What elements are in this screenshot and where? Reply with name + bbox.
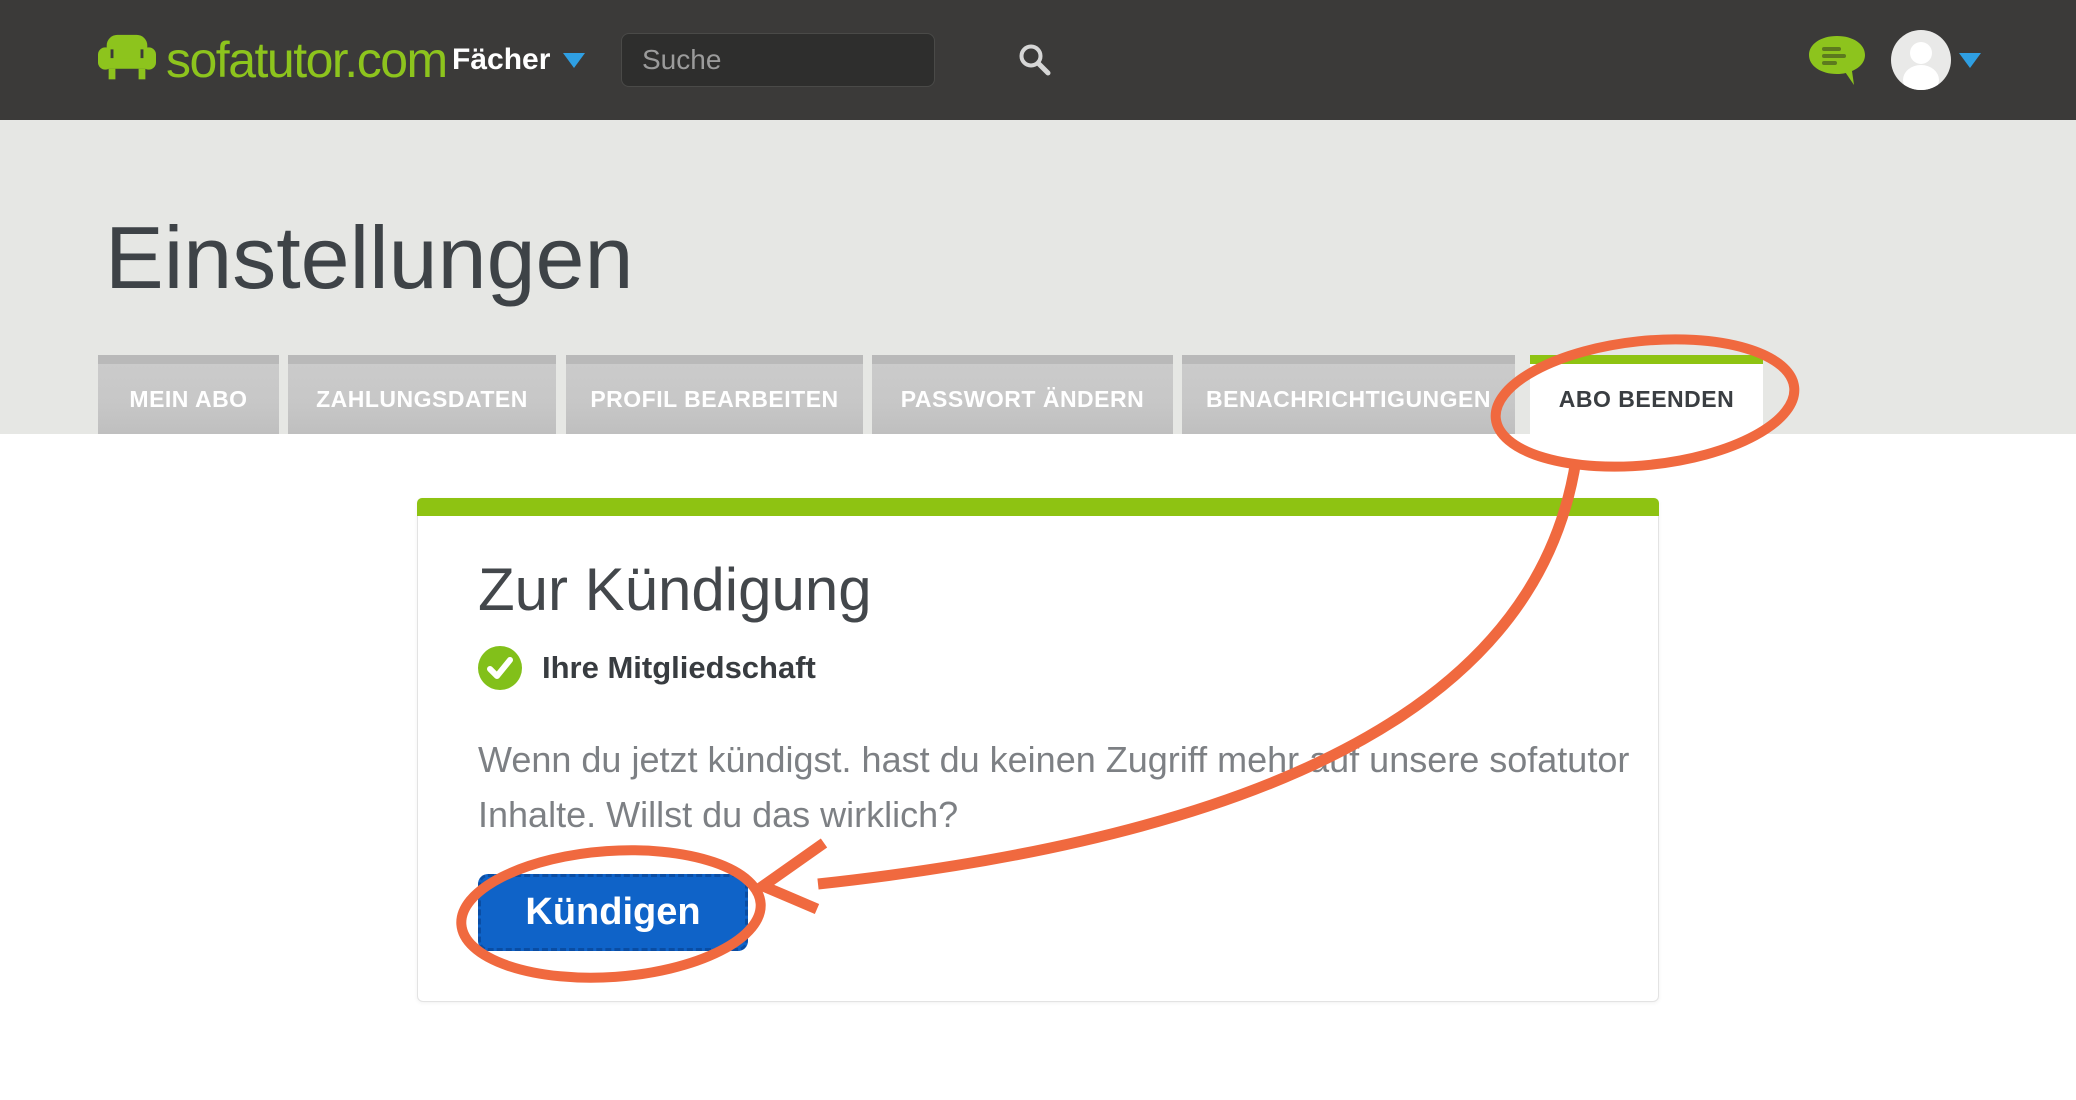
top-navbar: sofatutor.com Fächer xyxy=(0,0,2076,120)
tab-label: PASSWORT ÄNDERN xyxy=(901,386,1144,413)
subjects-menu[interactable]: Fächer xyxy=(452,0,585,120)
cancel-button-label: Kündigen xyxy=(525,891,700,934)
settings-page: sofatutor.com Fächer xyxy=(0,0,2076,1100)
body-line: Wenn du jetzt kündigst. hast du keinen Z… xyxy=(478,732,1629,787)
logo-text: sofatutor.com xyxy=(166,35,447,85)
tab-passwort-aendern[interactable]: PASSWORT ÄNDERN xyxy=(872,355,1173,434)
messages-icon[interactable] xyxy=(1809,36,1865,86)
membership-heading: Ihre Mitgliedschaft xyxy=(542,650,816,686)
tab-label: PROFIL BEARBEITEN xyxy=(590,386,838,413)
tab-profil-bearbeiten[interactable]: PROFIL BEARBEITEN xyxy=(566,355,863,434)
tab-label: MEIN ABO xyxy=(129,386,247,413)
avatar[interactable] xyxy=(1891,30,1951,90)
cancellation-card: Zur Kündigung Ihre Mitgliedschaft Wenn d… xyxy=(417,498,1659,1002)
page-title: Einstellungen xyxy=(105,210,633,307)
couch-icon xyxy=(98,34,156,86)
tab-zahlungsdaten[interactable]: ZAHLUNGSDATEN xyxy=(288,355,556,434)
tab-benachrichtigungen[interactable]: BENACHRICHTIGUNGEN xyxy=(1182,355,1515,434)
search-input[interactable] xyxy=(622,44,1017,76)
tab-mein-abo[interactable]: MEIN ABO xyxy=(98,355,279,434)
search-icon[interactable] xyxy=(1017,42,1053,78)
card-green-topbar xyxy=(417,498,1659,516)
card-title: Zur Kündigung xyxy=(478,555,872,624)
account-chevron-down-icon[interactable] xyxy=(1959,53,1981,68)
sofatutor-logo[interactable]: sofatutor.com xyxy=(98,33,447,87)
subjects-label: Fächer xyxy=(452,43,550,77)
body-line: Inhalte. Willst du das wirklich? xyxy=(478,787,1629,842)
tab-label: ABO BEENDEN xyxy=(1559,386,1734,413)
chevron-down-icon xyxy=(563,53,585,68)
search-bar xyxy=(621,33,935,87)
tab-abo-beenden[interactable]: ABO BEENDEN xyxy=(1530,355,1763,459)
tab-label: ZAHLUNGSDATEN xyxy=(316,386,528,413)
tab-label: BENACHRICHTIGUNGEN xyxy=(1206,386,1491,413)
check-icon xyxy=(478,646,522,690)
cancellation-body-text: Wenn du jetzt kündigst. hast du keinen Z… xyxy=(478,732,1629,842)
cancel-button[interactable]: Kündigen xyxy=(478,874,748,951)
membership-row: Ihre Mitgliedschaft xyxy=(478,646,816,690)
